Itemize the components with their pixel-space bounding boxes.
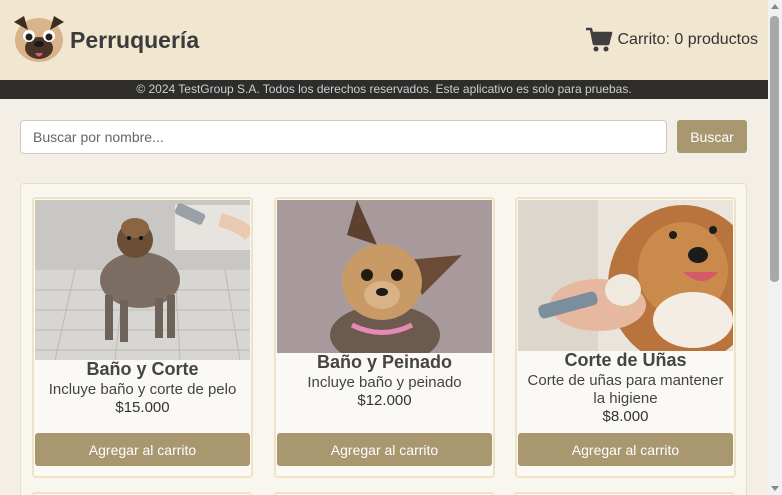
- search-input[interactable]: [20, 120, 667, 154]
- cart-button[interactable]: Carrito: 0 productos: [585, 27, 758, 53]
- search-button[interactable]: Buscar: [677, 120, 747, 153]
- add-to-cart-button[interactable]: Agregar al carrito: [518, 433, 733, 466]
- product-image-collie-nails: [518, 200, 733, 351]
- product-card: Baño y Corte Incluye baño y corte de pel…: [32, 197, 253, 478]
- product-price: $8.000: [602, 408, 649, 425]
- product-card: Corte de Uñas Corte de uñas para mantene…: [515, 197, 736, 478]
- page-scrollbar[interactable]: [768, 0, 782, 495]
- product-description: Incluye baño y corte de pelo: [48, 381, 237, 398]
- scrollbar-thumb[interactable]: [770, 16, 779, 282]
- product-title: Baño y Corte: [86, 359, 199, 379]
- shopping-cart-icon: [586, 27, 613, 52]
- product-card: Baño y Peinado Incluye baño y peinado $1…: [274, 197, 495, 478]
- add-to-cart-button[interactable]: Agregar al carrito: [35, 433, 250, 466]
- scroll-down-arrow-icon[interactable]: [771, 486, 779, 491]
- cart-label: Carrito: 0 productos: [617, 31, 758, 48]
- scroll-up-arrow-icon[interactable]: [771, 4, 779, 9]
- product-grid: Baño y Corte Incluye baño y corte de pel…: [20, 183, 747, 495]
- brand-title: Perruquería: [70, 27, 200, 53]
- product-image-dog-bath: [35, 200, 250, 360]
- product-title: Baño y Peinado: [316, 352, 453, 372]
- product-description: Incluye baño y peinado: [307, 374, 462, 391]
- product-price: $15.000: [115, 399, 170, 416]
- product-image-yorkie: [277, 200, 492, 353]
- add-to-cart-button[interactable]: Agregar al carrito: [277, 433, 492, 466]
- header: Perruquería Carrito: 0 productos: [0, 0, 768, 80]
- product-description: Corte de uñas para mantener la higiene: [527, 372, 724, 407]
- pug-logo-icon: [14, 16, 64, 62]
- copyright-notice: © 2024 TestGroup S.A. Todos los derechos…: [0, 80, 768, 99]
- product-price: $12.000: [357, 392, 412, 409]
- product-title: Corte de Uñas: [564, 350, 687, 370]
